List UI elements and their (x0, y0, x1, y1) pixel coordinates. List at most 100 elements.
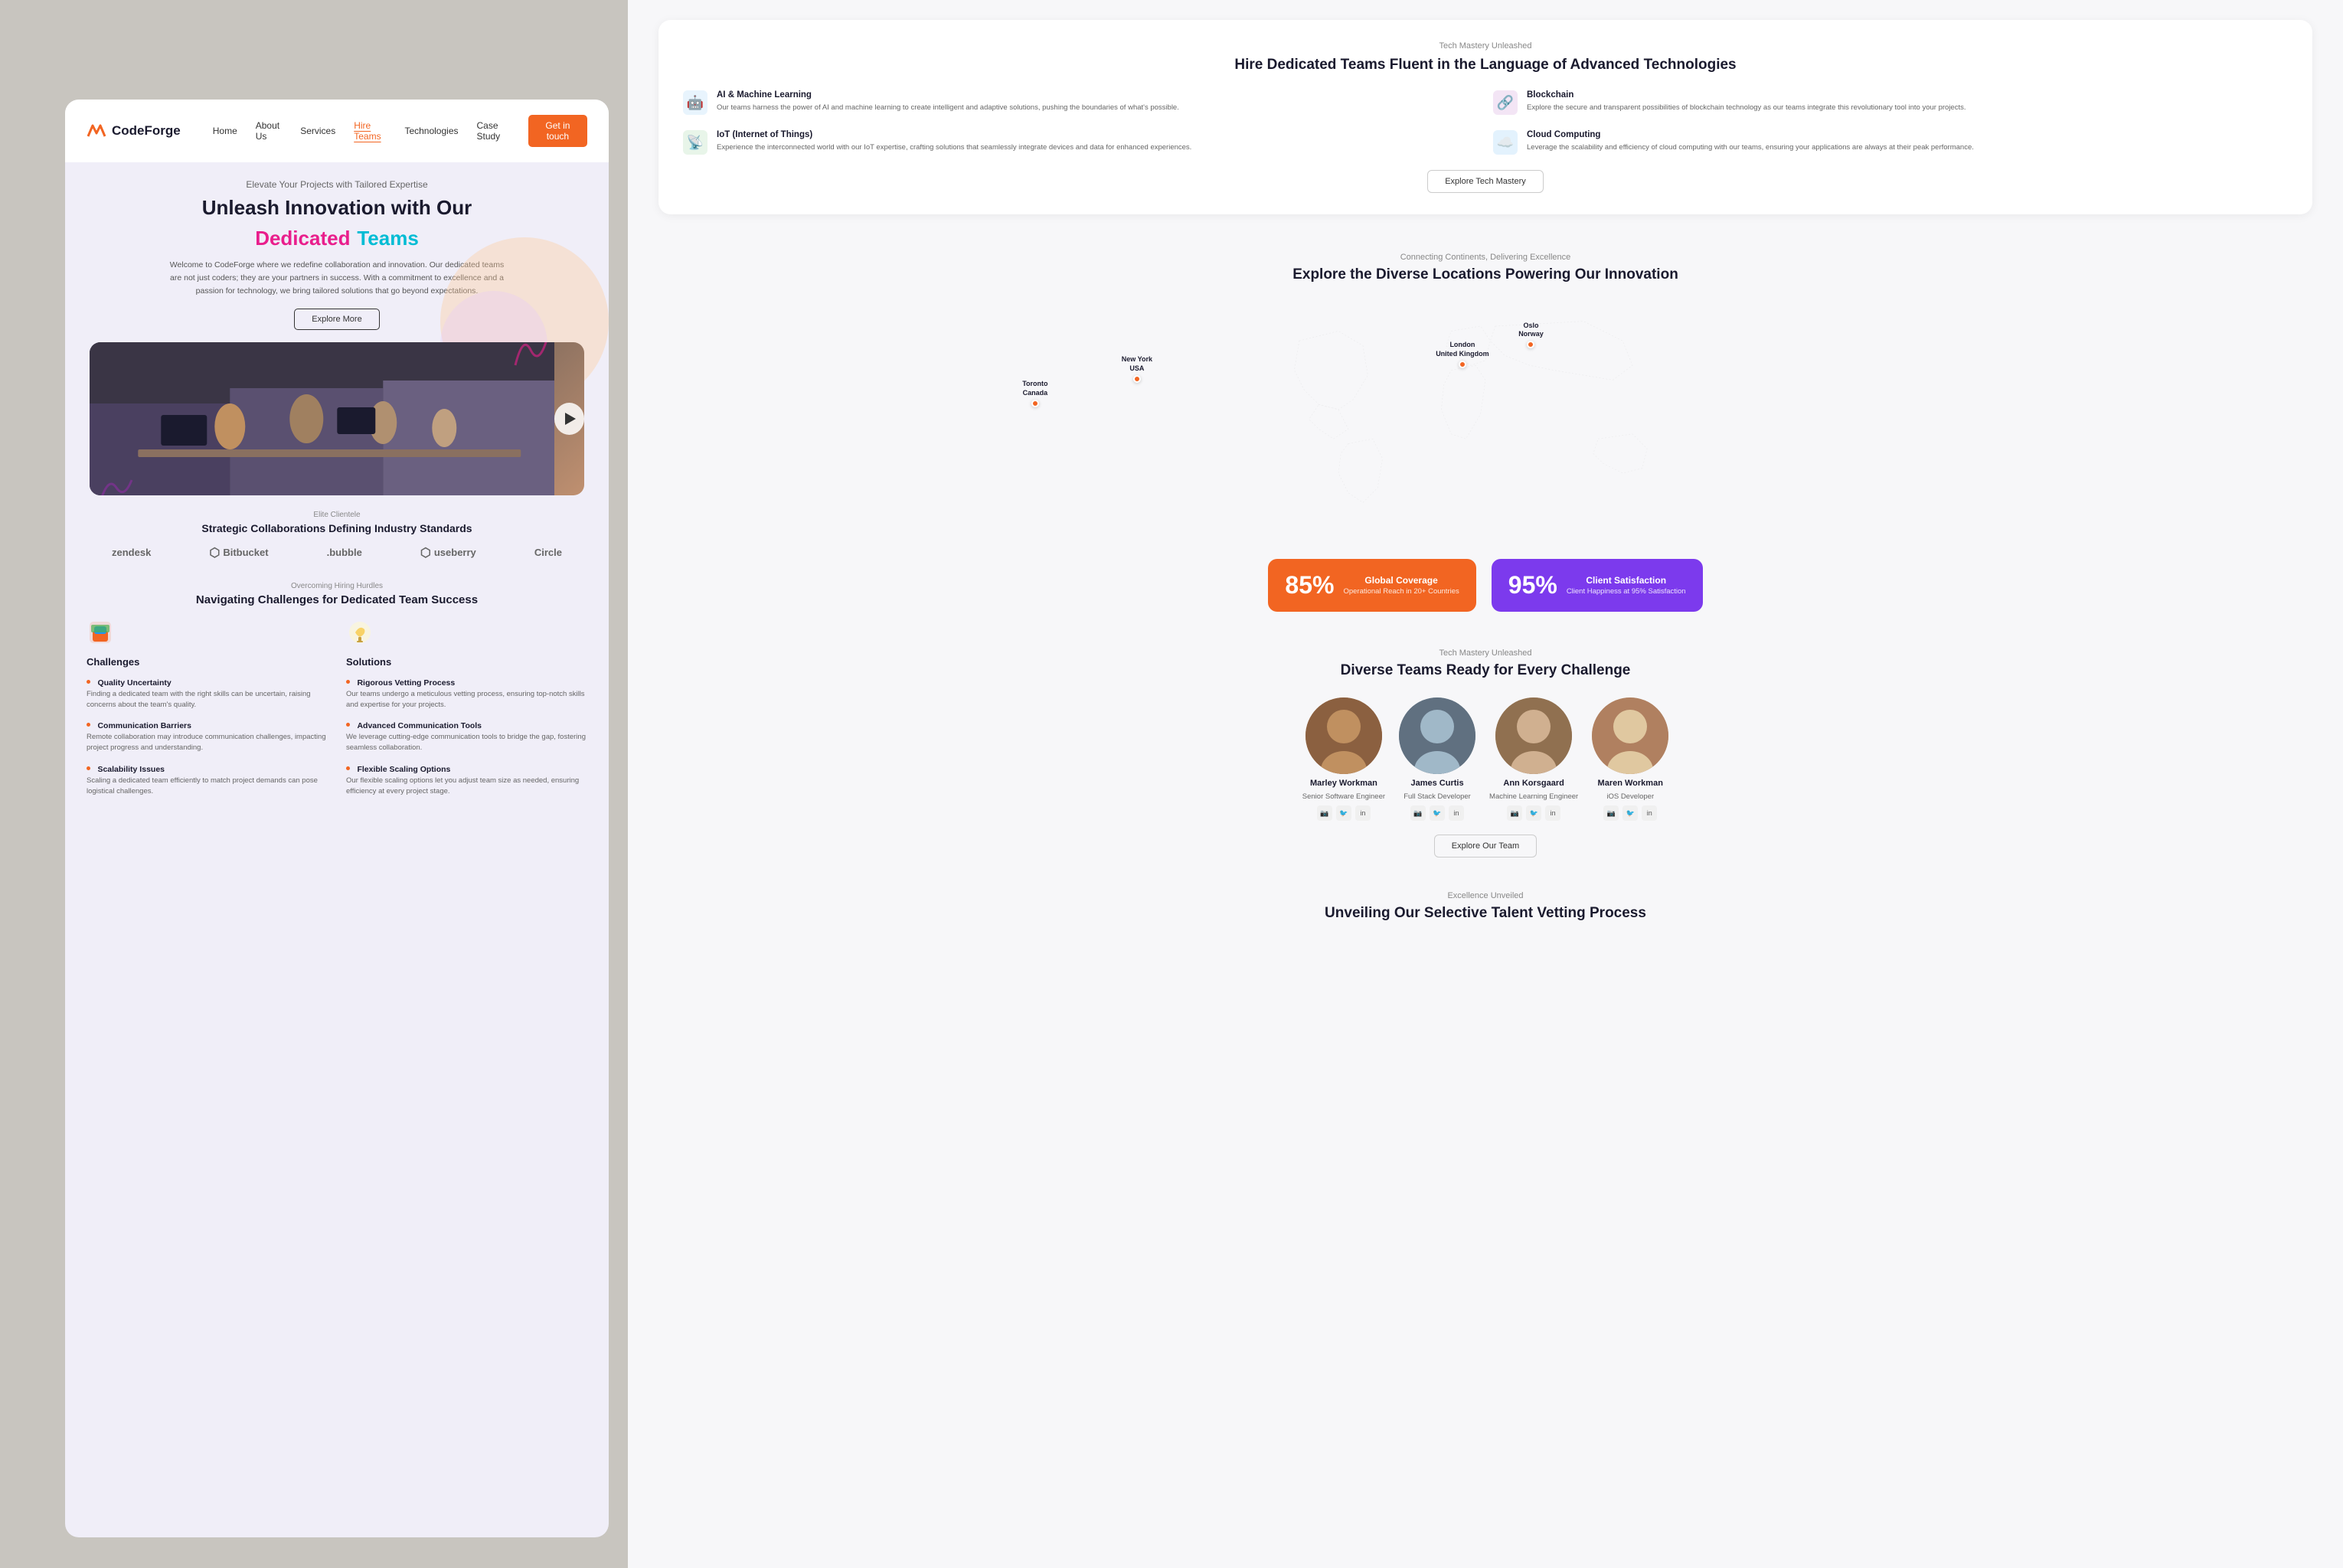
member-4-linkedin[interactable]: in (1642, 805, 1657, 821)
member-1-linkedin[interactable]: in (1355, 805, 1371, 821)
challenge-2-title: Communication Barriers (97, 721, 191, 730)
nav-cta-button[interactable]: Get in touch (528, 115, 587, 147)
hero-description: Welcome to CodeForge where we redefine c… (168, 259, 505, 297)
logo-icon (87, 122, 106, 139)
member-4-instagram[interactable]: 📷 (1603, 805, 1619, 821)
member-2-instagram[interactable]: 📷 (1410, 805, 1426, 821)
hero-title-teal: Teams (357, 227, 418, 250)
hero-cta-button[interactable]: Explore More (294, 309, 379, 330)
stat-satisfaction-number: 95% (1508, 571, 1557, 599)
pin-dot-toronto (1031, 400, 1039, 407)
member-1-twitter[interactable]: 🐦 (1336, 805, 1351, 821)
stat-satisfaction-label: Client Satisfaction (1567, 575, 1686, 586)
avatar-marley (1305, 697, 1382, 774)
team-card-james: James Curtis Full Stack Developer 📷 🐦 in (1399, 697, 1475, 821)
squiggle-top-decoration (508, 342, 569, 373)
challenge-item-1: Quality Uncertainty Finding a dedicated … (87, 675, 328, 711)
member-3-twitter[interactable]: 🐦 (1526, 805, 1541, 821)
member-1-instagram[interactable]: 📷 (1317, 805, 1332, 821)
hero-title-line1: Unleash Innovation with Our (96, 196, 578, 220)
navbar: CodeForge Home About Us Services Hire Te… (65, 100, 609, 162)
useberry-label: useberry (434, 547, 476, 558)
solution-3-desc: Our flexible scaling options let you adj… (346, 776, 587, 798)
stat-coverage-labels: Global Coverage Operational Reach in 20+… (1343, 575, 1459, 596)
bullet-s1 (346, 680, 350, 684)
cloud-desc: Leverage the scalability and efficiency … (1527, 142, 1974, 153)
ai-desc: Our teams harness the power of AI and ma… (717, 103, 1179, 113)
member-3-name: Ann Korsgaard (1503, 779, 1564, 788)
tech-mastery-card: Tech Mastery Unleashed Hire Dedicated Te… (658, 20, 2312, 214)
tech-grid: 🤖 AI & Machine Learning Our teams harnes… (683, 90, 2288, 155)
ai-title: AI & Machine Learning (717, 90, 1179, 100)
world-map-svg (658, 302, 2312, 547)
nav-about[interactable]: About Us (256, 120, 282, 142)
challenges-columns: Challenges Quality Uncertainty Finding a… (87, 619, 587, 805)
nav-home[interactable]: Home (213, 126, 237, 136)
tech-item-cloud: ☁️ Cloud Computing Leverage the scalabil… (1493, 130, 2288, 155)
challenges-section: Overcoming Hiring Hurdles Navigating Cha… (65, 570, 609, 818)
member-3-role: Machine Learning Engineer (1489, 792, 1578, 801)
stat-client-satisfaction: 95% Client Satisfaction Client Happiness… (1492, 559, 1703, 612)
talent-overline: Excellence Unveiled (658, 891, 2312, 900)
team-title: Diverse Teams Ready for Every Challenge (658, 662, 2312, 679)
client-bubble: .bubble (327, 547, 362, 558)
client-zendesk: zendesk (112, 547, 151, 558)
member-2-name: James Curtis (1410, 779, 1463, 788)
nav-hire-teams[interactable]: Hire Teams (354, 120, 386, 142)
right-panel: Tech Mastery Unleashed Hire Dedicated Te… (628, 0, 2343, 1568)
play-button[interactable] (554, 403, 584, 435)
explore-team-button[interactable]: Explore Our Team (1434, 835, 1537, 858)
blockchain-desc: Explore the secure and transparent possi… (1527, 103, 1966, 113)
solution-item-1: Rigorous Vetting Process Our teams under… (346, 675, 587, 711)
nav-case-study[interactable]: Case Study (477, 120, 510, 142)
solution-item-2: Advanced Communication Tools We leverage… (346, 718, 587, 754)
challenge-item-2: Communication Barriers Remote collaborat… (87, 718, 328, 754)
map-pin-london: LondonUnited Kingdom (1436, 341, 1489, 368)
stat-global-coverage: 85% Global Coverage Operational Reach in… (1268, 559, 1475, 612)
tech-item-blockchain: 🔗 Blockchain Explore the secure and tran… (1493, 90, 2288, 115)
avatar-ann-img (1495, 697, 1572, 774)
locations-title: Explore the Diverse Locations Powering O… (658, 266, 2312, 283)
nav-technologies[interactable]: Technologies (404, 126, 458, 136)
challenge-3-desc: Scaling a dedicated team efficiently to … (87, 776, 328, 798)
tech-mastery-cta-button[interactable]: Explore Tech Mastery (1427, 170, 1544, 193)
client-circle: Circle (534, 547, 562, 558)
member-3-linkedin[interactable]: in (1545, 805, 1560, 821)
member-3-instagram[interactable]: 📷 (1507, 805, 1522, 821)
bullet-s3 (346, 766, 350, 770)
useberry-icon: ⬡ (420, 545, 431, 560)
blockchain-title: Blockchain (1527, 90, 1966, 100)
challenge-1-title: Quality Uncertainty (97, 678, 171, 688)
challenges-header: Overcoming Hiring Hurdles Navigating Cha… (87, 582, 587, 606)
bullet-2 (87, 723, 90, 727)
solution-2-title: Advanced Communication Tools (357, 721, 482, 730)
team-overline: Tech Mastery Unleashed (658, 648, 2312, 658)
avatar-james-img (1399, 697, 1475, 774)
stat-satisfaction-labels: Client Satisfaction Client Happiness at … (1567, 575, 1686, 596)
solution-1-desc: Our teams undergo a meticulous vetting p… (346, 689, 587, 711)
logo[interactable]: CodeForge (87, 122, 181, 139)
clients-title: Strategic Collaborations Defining Indust… (87, 522, 587, 534)
pin-dot-london (1459, 361, 1466, 368)
member-4-twitter[interactable]: 🐦 (1622, 805, 1638, 821)
client-bitbucket: ⬡ Bitbucket (209, 545, 268, 560)
tech-mastery-overline: Tech Mastery Unleashed (683, 41, 2288, 51)
hero-title-pink: Dedicated (255, 227, 350, 250)
bitbucket-icon: ⬡ (209, 545, 220, 560)
nav-services[interactable]: Services (300, 126, 335, 136)
pin-label-toronto: TorontoCanada (1022, 380, 1047, 397)
talent-title: Unveiling Our Selective Talent Vetting P… (658, 905, 2312, 922)
avatar-maren (1592, 697, 1668, 774)
tech-item-ai-content: AI & Machine Learning Our teams harness … (717, 90, 1179, 113)
member-2-twitter[interactable]: 🐦 (1430, 805, 1445, 821)
logo-text: CodeForge (112, 123, 181, 139)
member-4-socials: 📷 🐦 in (1603, 805, 1657, 821)
ai-icon: 🤖 (683, 90, 707, 115)
world-map: New YorkUSA LondonUnited Kingdom Toronto… (658, 302, 2312, 547)
team-section: Tech Mastery Unleashed Diverse Teams Rea… (628, 630, 2343, 876)
solution-item-3: Flexible Scaling Options Our flexible sc… (346, 762, 587, 798)
member-2-role: Full Stack Developer (1404, 792, 1471, 801)
member-2-linkedin[interactable]: in (1449, 805, 1464, 821)
bubble-label: .bubble (327, 547, 362, 558)
talent-section: Excellence Unveiled Unveiling Our Select… (628, 876, 2343, 956)
